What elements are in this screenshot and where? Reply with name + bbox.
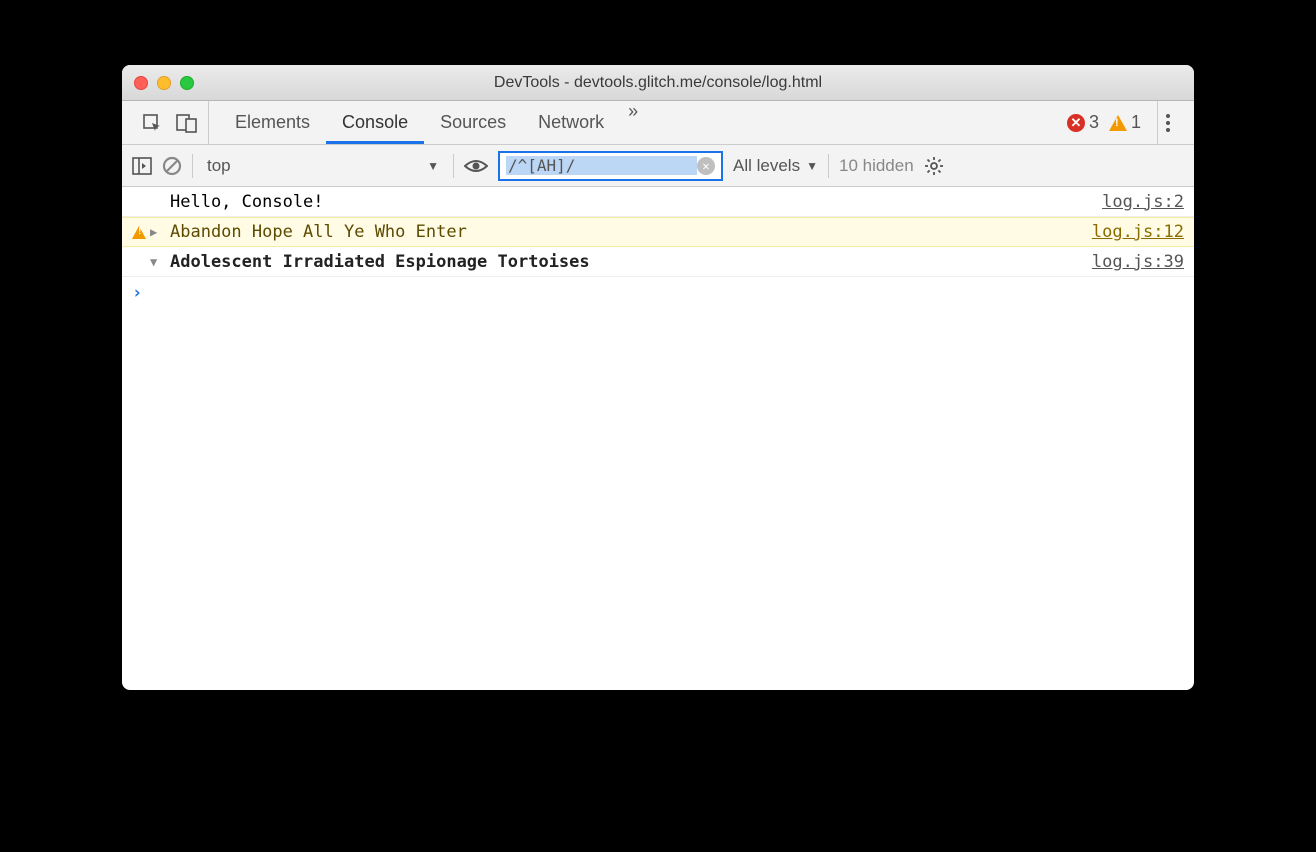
console-prompt[interactable]: ›: [122, 277, 1194, 309]
tab-elements[interactable]: Elements: [219, 101, 326, 144]
menu-icon[interactable]: [1157, 101, 1178, 144]
window-title: DevTools - devtools.glitch.me/console/lo…: [122, 74, 1194, 92]
console-log-area: Hello, Console! log.js:2 ▶ Abandon Hope …: [122, 187, 1194, 690]
log-message: Abandon Hope All Ye Who Enter: [166, 222, 1092, 242]
minimize-icon[interactable]: [157, 76, 171, 90]
sidebar-toggle-icon[interactable]: [132, 157, 152, 175]
panel-tabs: Elements Console Sources Network » ✕ 3 1: [122, 101, 1194, 145]
log-row: Hello, Console! log.js:2: [122, 187, 1194, 217]
gear-icon[interactable]: [924, 156, 944, 176]
console-toolbar: top ▼ /^[AH]/ ✕ All levels ▼ 10 hidden: [122, 145, 1194, 187]
warning-icon: [132, 226, 146, 239]
traffic-lights: [134, 76, 194, 90]
expand-icon[interactable]: ▶: [150, 225, 166, 239]
devtools-window: DevTools - devtools.glitch.me/console/lo…: [122, 65, 1194, 690]
warning-count-badge[interactable]: 1: [1109, 112, 1141, 133]
log-row: ▼ Adolescent Irradiated Espionage Tortoi…: [122, 247, 1194, 277]
hidden-messages[interactable]: 10 hidden: [839, 156, 914, 176]
chevron-down-icon: ▼: [806, 159, 818, 173]
error-icon: ✕: [1067, 114, 1085, 132]
log-message: Hello, Console!: [166, 192, 1102, 212]
titlebar: DevTools - devtools.glitch.me/console/lo…: [122, 65, 1194, 101]
prompt-caret-icon: ›: [132, 283, 142, 303]
tab-console[interactable]: Console: [326, 101, 424, 144]
log-message: Adolescent Irradiated Espionage Tortoise…: [166, 252, 1092, 272]
device-toggle-icon[interactable]: [176, 113, 198, 133]
zoom-icon[interactable]: [180, 76, 194, 90]
error-count-badge[interactable]: ✕ 3: [1067, 112, 1099, 133]
warning-icon: [1109, 115, 1127, 131]
chevron-down-icon: ▼: [427, 159, 439, 173]
more-tabs-icon[interactable]: »: [620, 101, 646, 144]
tab-network[interactable]: Network: [522, 101, 620, 144]
context-selector[interactable]: top ▼: [203, 156, 443, 176]
tab-sources[interactable]: Sources: [424, 101, 522, 144]
log-source-link[interactable]: log.js:39: [1092, 252, 1184, 272]
log-source-link[interactable]: log.js:2: [1102, 192, 1184, 212]
log-levels-selector[interactable]: All levels ▼: [733, 156, 818, 176]
log-source-link[interactable]: log.js:12: [1092, 222, 1184, 242]
collapse-icon[interactable]: ▼: [150, 255, 166, 269]
clear-filter-icon[interactable]: ✕: [697, 157, 715, 175]
inspect-icon[interactable]: [142, 113, 162, 133]
filter-input[interactable]: /^[AH]/ ✕: [498, 151, 723, 181]
clear-console-icon[interactable]: [162, 156, 182, 176]
live-expression-icon[interactable]: [464, 158, 488, 174]
log-row: ▶ Abandon Hope All Ye Who Enter log.js:1…: [122, 217, 1194, 247]
close-icon[interactable]: [134, 76, 148, 90]
